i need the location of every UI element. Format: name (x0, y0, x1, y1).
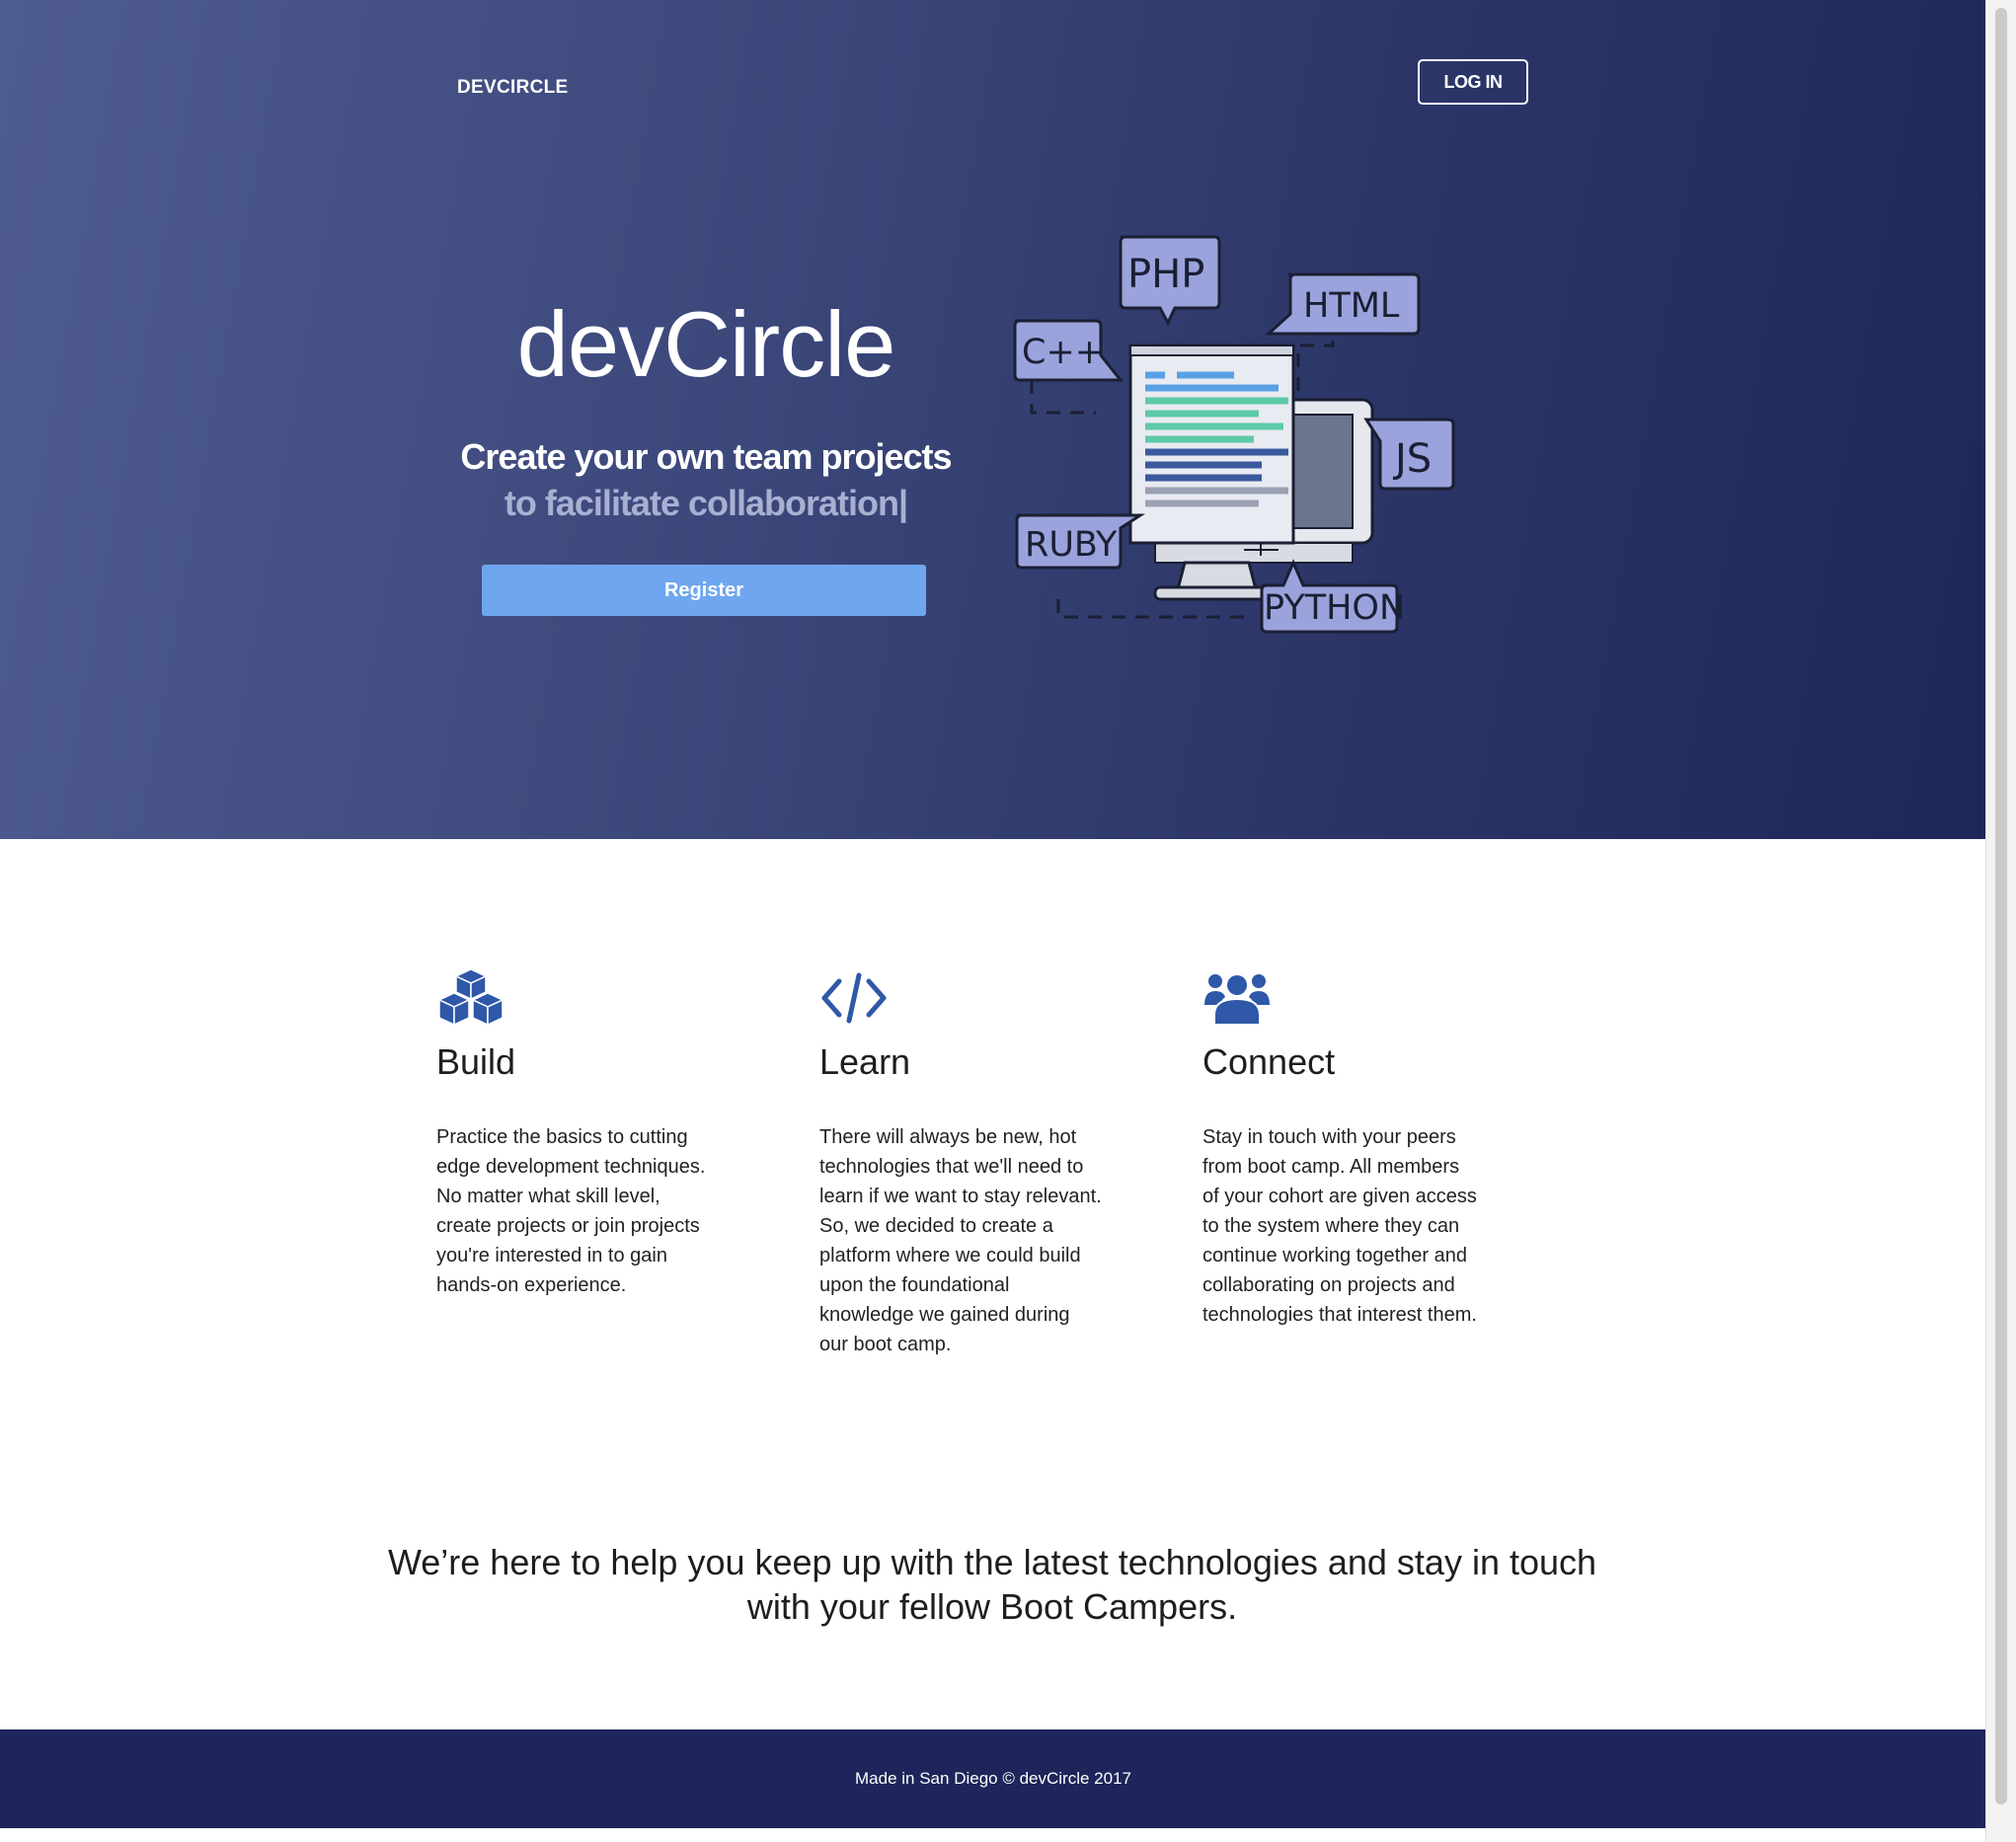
feature-description: There will always be new, hot technologi… (819, 1126, 1102, 1355)
scrollbar-thumb[interactable] (1995, 8, 2007, 1804)
cubes-icon (437, 968, 504, 1027)
mission-line-2: with your fellow Boot Campers. (746, 1586, 1238, 1627)
footer-copyright: Made in San Diego © devCircle 2017 (855, 1769, 1131, 1788)
code-languages-illustration: PHP HTML C++ JS RUBY PYTHON (1013, 235, 1455, 634)
users-icon (1204, 974, 1270, 1026)
hero-tagline: Create your own team projects (460, 436, 952, 477)
code-icon (821, 972, 887, 1024)
html-label: HTML (1303, 286, 1400, 326)
feature-learn: Learn There will always be new, hot tech… (819, 967, 1135, 1359)
feature-title: Build (436, 1041, 516, 1082)
ruby-label: RUBY (1025, 525, 1118, 565)
register-button[interactable]: Register (482, 565, 926, 616)
hero-typed-text: to facilitate collaboration| (504, 483, 908, 523)
php-label: PHP (1127, 252, 1204, 297)
feature-description: Practice the basics to cutting edge deve… (436, 1126, 706, 1296)
python-label: PYTHON (1264, 588, 1405, 628)
feature-build: Build Practice the basics to cutting edg… (436, 967, 752, 1300)
mission-line-1: We’re here to help you keep up with the … (387, 1542, 1597, 1582)
hero-title: devCircle (516, 292, 896, 396)
page: DEVCIRCLE LOG IN devCircle Create your o… (0, 0, 1986, 1842)
login-button[interactable]: LOG IN (1418, 59, 1528, 105)
scrollbar[interactable] (1985, 0, 2016, 1842)
feature-title: Learn (819, 1041, 911, 1082)
feature-title: Connect (1202, 1041, 1336, 1082)
cpp-label: C++ (1022, 333, 1104, 372)
feature-description: Stay in touch with your peers from boot … (1202, 1126, 1477, 1326)
js-label: JS (1392, 436, 1432, 482)
feature-connect: Connect Stay in touch with your peers fr… (1202, 967, 1518, 1330)
mission-statement: We’re here to help you keep up with the … (355, 1540, 1629, 1629)
footer: Made in San Diego © devCircle 2017 (0, 1729, 1986, 1828)
hero-section: DEVCIRCLE LOG IN devCircle Create your o… (0, 0, 1986, 839)
brand-logo[interactable]: DEVCIRCLE (457, 77, 569, 99)
